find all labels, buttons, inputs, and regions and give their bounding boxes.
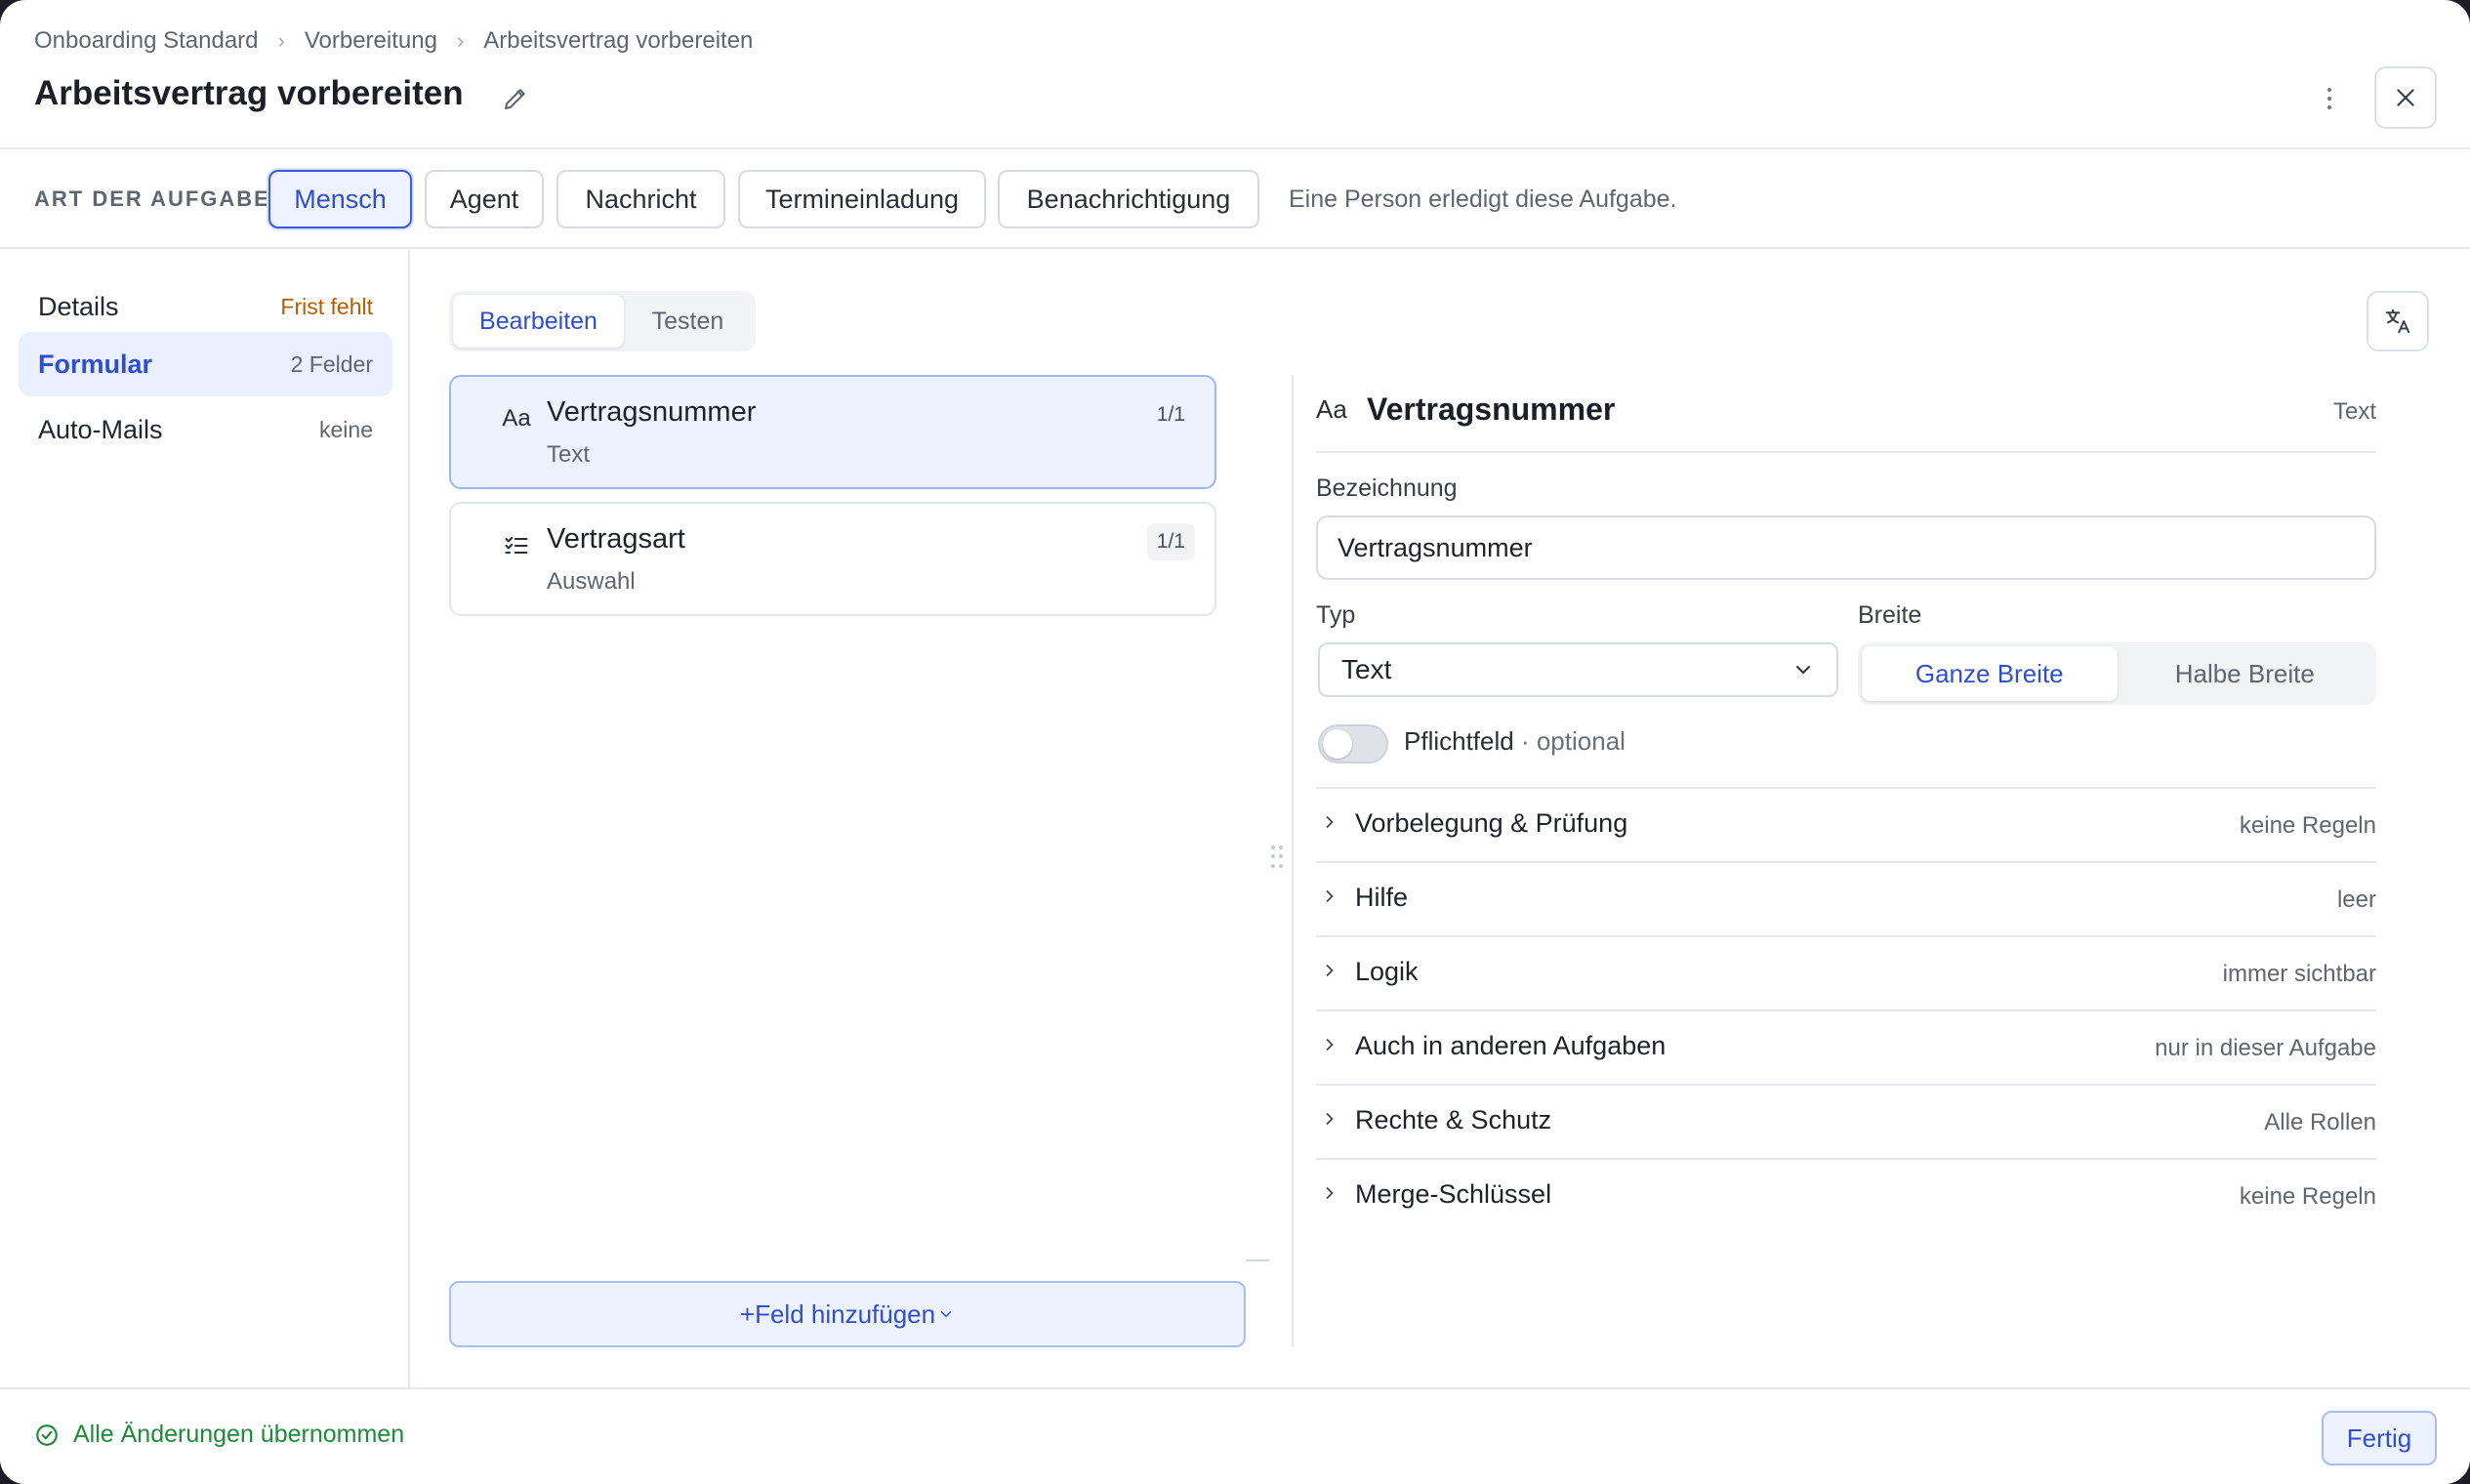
pencil-icon[interactable] <box>501 84 530 113</box>
task-type-row: ART DER AUFGABE Mensch Agent Nachricht T… <box>0 150 2470 249</box>
task-type-hint: Eine Person erledigt diese Aufgabe. <box>1289 186 1677 213</box>
sidebar-item-label: Formular <box>38 349 153 379</box>
section-rechte[interactable]: Rechte & Schutz Alle Rollen <box>1316 1084 2376 1158</box>
breadcrumb-item[interactable]: Vorbereitung <box>305 27 437 55</box>
width-toggle: Ganze Breite Halbe Breite <box>1858 642 2376 705</box>
tab-testen[interactable]: Testen <box>624 295 752 348</box>
type-select-value: Text <box>1341 654 1392 684</box>
dialog-header: Onboarding Standard › Vorbereitung › Arb… <box>0 0 2470 149</box>
section-value: keine Regeln <box>2239 1183 2376 1210</box>
save-status: Alle Änderungen übernommen <box>34 1421 404 1449</box>
divider <box>1246 1259 1269 1261</box>
field-usage-count: 1/1 <box>1146 523 1195 560</box>
add-field-label: +Feld hinzufügen <box>739 1298 936 1329</box>
type-button-agent[interactable]: Agent <box>425 170 544 228</box>
text-type-icon: Aa <box>502 405 531 432</box>
required-label-text: Pflichtfeld <box>1404 726 1514 756</box>
checklist-icon <box>500 529 533 562</box>
section-other-tasks[interactable]: Auch in anderen Aufgaben nur in dieser A… <box>1316 1010 2376 1084</box>
chevron-right-icon <box>1326 1113 1334 1125</box>
breadcrumb-item[interactable]: Onboarding Standard <box>34 27 259 55</box>
section-logik[interactable]: Logik immer sichtbar <box>1316 935 2376 1010</box>
type-caption: Typ <box>1316 601 1356 629</box>
save-status-text: Alle Änderungen übernommen <box>73 1421 405 1448</box>
chevron-right-icon <box>1326 1187 1334 1199</box>
section-title: Hilfe <box>1355 883 1409 912</box>
sidebar-item-label: Auto-Mails <box>38 414 163 444</box>
label-input[interactable]: Vertragsnummer <box>1316 515 2376 580</box>
field-usage-count: 1/1 <box>1156 403 1185 426</box>
sidebar-item-meta: keine <box>319 416 373 442</box>
translate-button[interactable] <box>2367 291 2429 351</box>
section-value: keine Regeln <box>2239 812 2376 839</box>
type-button-nachricht[interactable]: Nachricht <box>556 170 725 228</box>
field-card-vertragsart[interactable]: Vertragsart Auswahl 1/1 <box>449 502 1216 616</box>
field-type: Auswahl <box>547 568 636 595</box>
width-caption: Breite <box>1858 601 1922 629</box>
section-vorbelegung[interactable]: Vorbelegung & Prüfung keine Regeln <box>1316 787 2376 861</box>
type-select[interactable]: Text <box>1318 642 1838 697</box>
required-state: · optional <box>1520 726 1626 756</box>
mode-tabs: Bearbeiten Testen <box>449 291 756 351</box>
chevron-right-icon <box>1326 1039 1334 1051</box>
chevron-right-icon: › <box>277 28 285 53</box>
divider <box>1292 375 1294 1347</box>
section-title: Rechte & Schutz <box>1355 1105 1552 1134</box>
sidebar: Details Frist fehlt Formular 2 Felder Au… <box>0 250 410 1387</box>
resize-handle-icon[interactable] <box>1271 845 1287 869</box>
editor-header: Aa Vertragsnummer Text <box>1316 375 2376 453</box>
field-card-vertragsnummer[interactable]: Aa Vertragsnummer Text 1/1 <box>449 375 1216 489</box>
chevron-right-icon: › <box>456 28 465 53</box>
sidebar-item-auto-mails[interactable]: Auto-Mails keine <box>19 397 392 462</box>
section-title: Vorbelegung & Prüfung <box>1355 808 1628 838</box>
section-value: leer <box>2336 886 2376 913</box>
width-option-half[interactable]: Halbe Breite <box>2118 646 2373 701</box>
editor-type-badge: Text <box>2332 398 2376 425</box>
breadcrumb-item-current: Arbeitsvertrag vorbereiten <box>483 27 754 54</box>
task-dialog: Onboarding Standard › Vorbereitung › Arb… <box>0 0 2470 1484</box>
section-hilfe[interactable]: Hilfe leer <box>1316 861 2376 935</box>
chevron-down-icon <box>1796 666 1810 675</box>
page-title: Arbeitsvertrag vorbereiten <box>34 74 464 112</box>
section-title: Logik <box>1355 957 1419 986</box>
task-type-label: ART DER AUFGABE <box>34 186 270 211</box>
field-type: Text <box>547 441 591 468</box>
required-label: Pflichtfeld · optional <box>1404 726 1626 757</box>
section-value: nur in dieser Aufgabe <box>2155 1035 2376 1061</box>
section-title: Auch in anderen Aufgaben <box>1355 1031 1667 1060</box>
close-icon <box>2397 89 2414 106</box>
chevron-right-icon <box>1326 816 1334 828</box>
dialog-footer: Alle Änderungen übernommen Fertig <box>0 1387 2470 1484</box>
tab-bearbeiten[interactable]: Bearbeiten <box>453 295 624 348</box>
done-button[interactable]: Fertig <box>2322 1411 2437 1465</box>
sidebar-item-meta: Frist fehlt <box>280 293 373 319</box>
editor-field-name: Vertragsnummer <box>1367 392 1616 427</box>
more-options-icon[interactable] <box>2318 82 2341 115</box>
type-button-termineinladung[interactable]: Termineinladung <box>738 170 986 228</box>
sidebar-item-formular[interactable]: Formular 2 Felder <box>19 332 392 396</box>
section-title: Merge-Schlüssel <box>1355 1179 1552 1209</box>
chevron-right-icon <box>1326 890 1334 902</box>
section-value: immer sichtbar <box>2222 961 2376 987</box>
label-caption: Bezeichnung <box>1316 474 1458 502</box>
add-field-button[interactable]: +Feld hinzufügen <box>449 1281 1246 1347</box>
required-toggle[interactable] <box>1318 724 1388 763</box>
width-option-full[interactable]: Ganze Breite <box>1862 646 2118 701</box>
sidebar-item-label: Details <box>38 291 119 321</box>
chevron-right-icon <box>1326 965 1334 976</box>
field-name: Vertragsart <box>547 523 685 555</box>
type-button-benachrichtigung[interactable]: Benachrichtigung <box>998 170 1259 228</box>
sidebar-item-details[interactable]: Details Frist fehlt <box>19 274 392 339</box>
breadcrumb: Onboarding Standard › Vorbereitung › Arb… <box>34 27 753 55</box>
section-merge-key[interactable]: Merge-Schlüssel keine Regeln <box>1316 1158 2376 1232</box>
sidebar-item-meta: 2 Felder <box>290 350 373 377</box>
close-button[interactable] <box>2374 66 2437 129</box>
text-type-icon: Aa <box>1316 394 1347 424</box>
chevron-down-icon <box>940 1311 952 1318</box>
section-value: Alle Rollen <box>2264 1109 2376 1135</box>
type-button-mensch[interactable]: Mensch <box>268 170 412 228</box>
field-name: Vertragsnummer <box>547 396 757 428</box>
check-circle-icon <box>36 1423 58 1446</box>
translate-icon <box>2385 309 2410 334</box>
